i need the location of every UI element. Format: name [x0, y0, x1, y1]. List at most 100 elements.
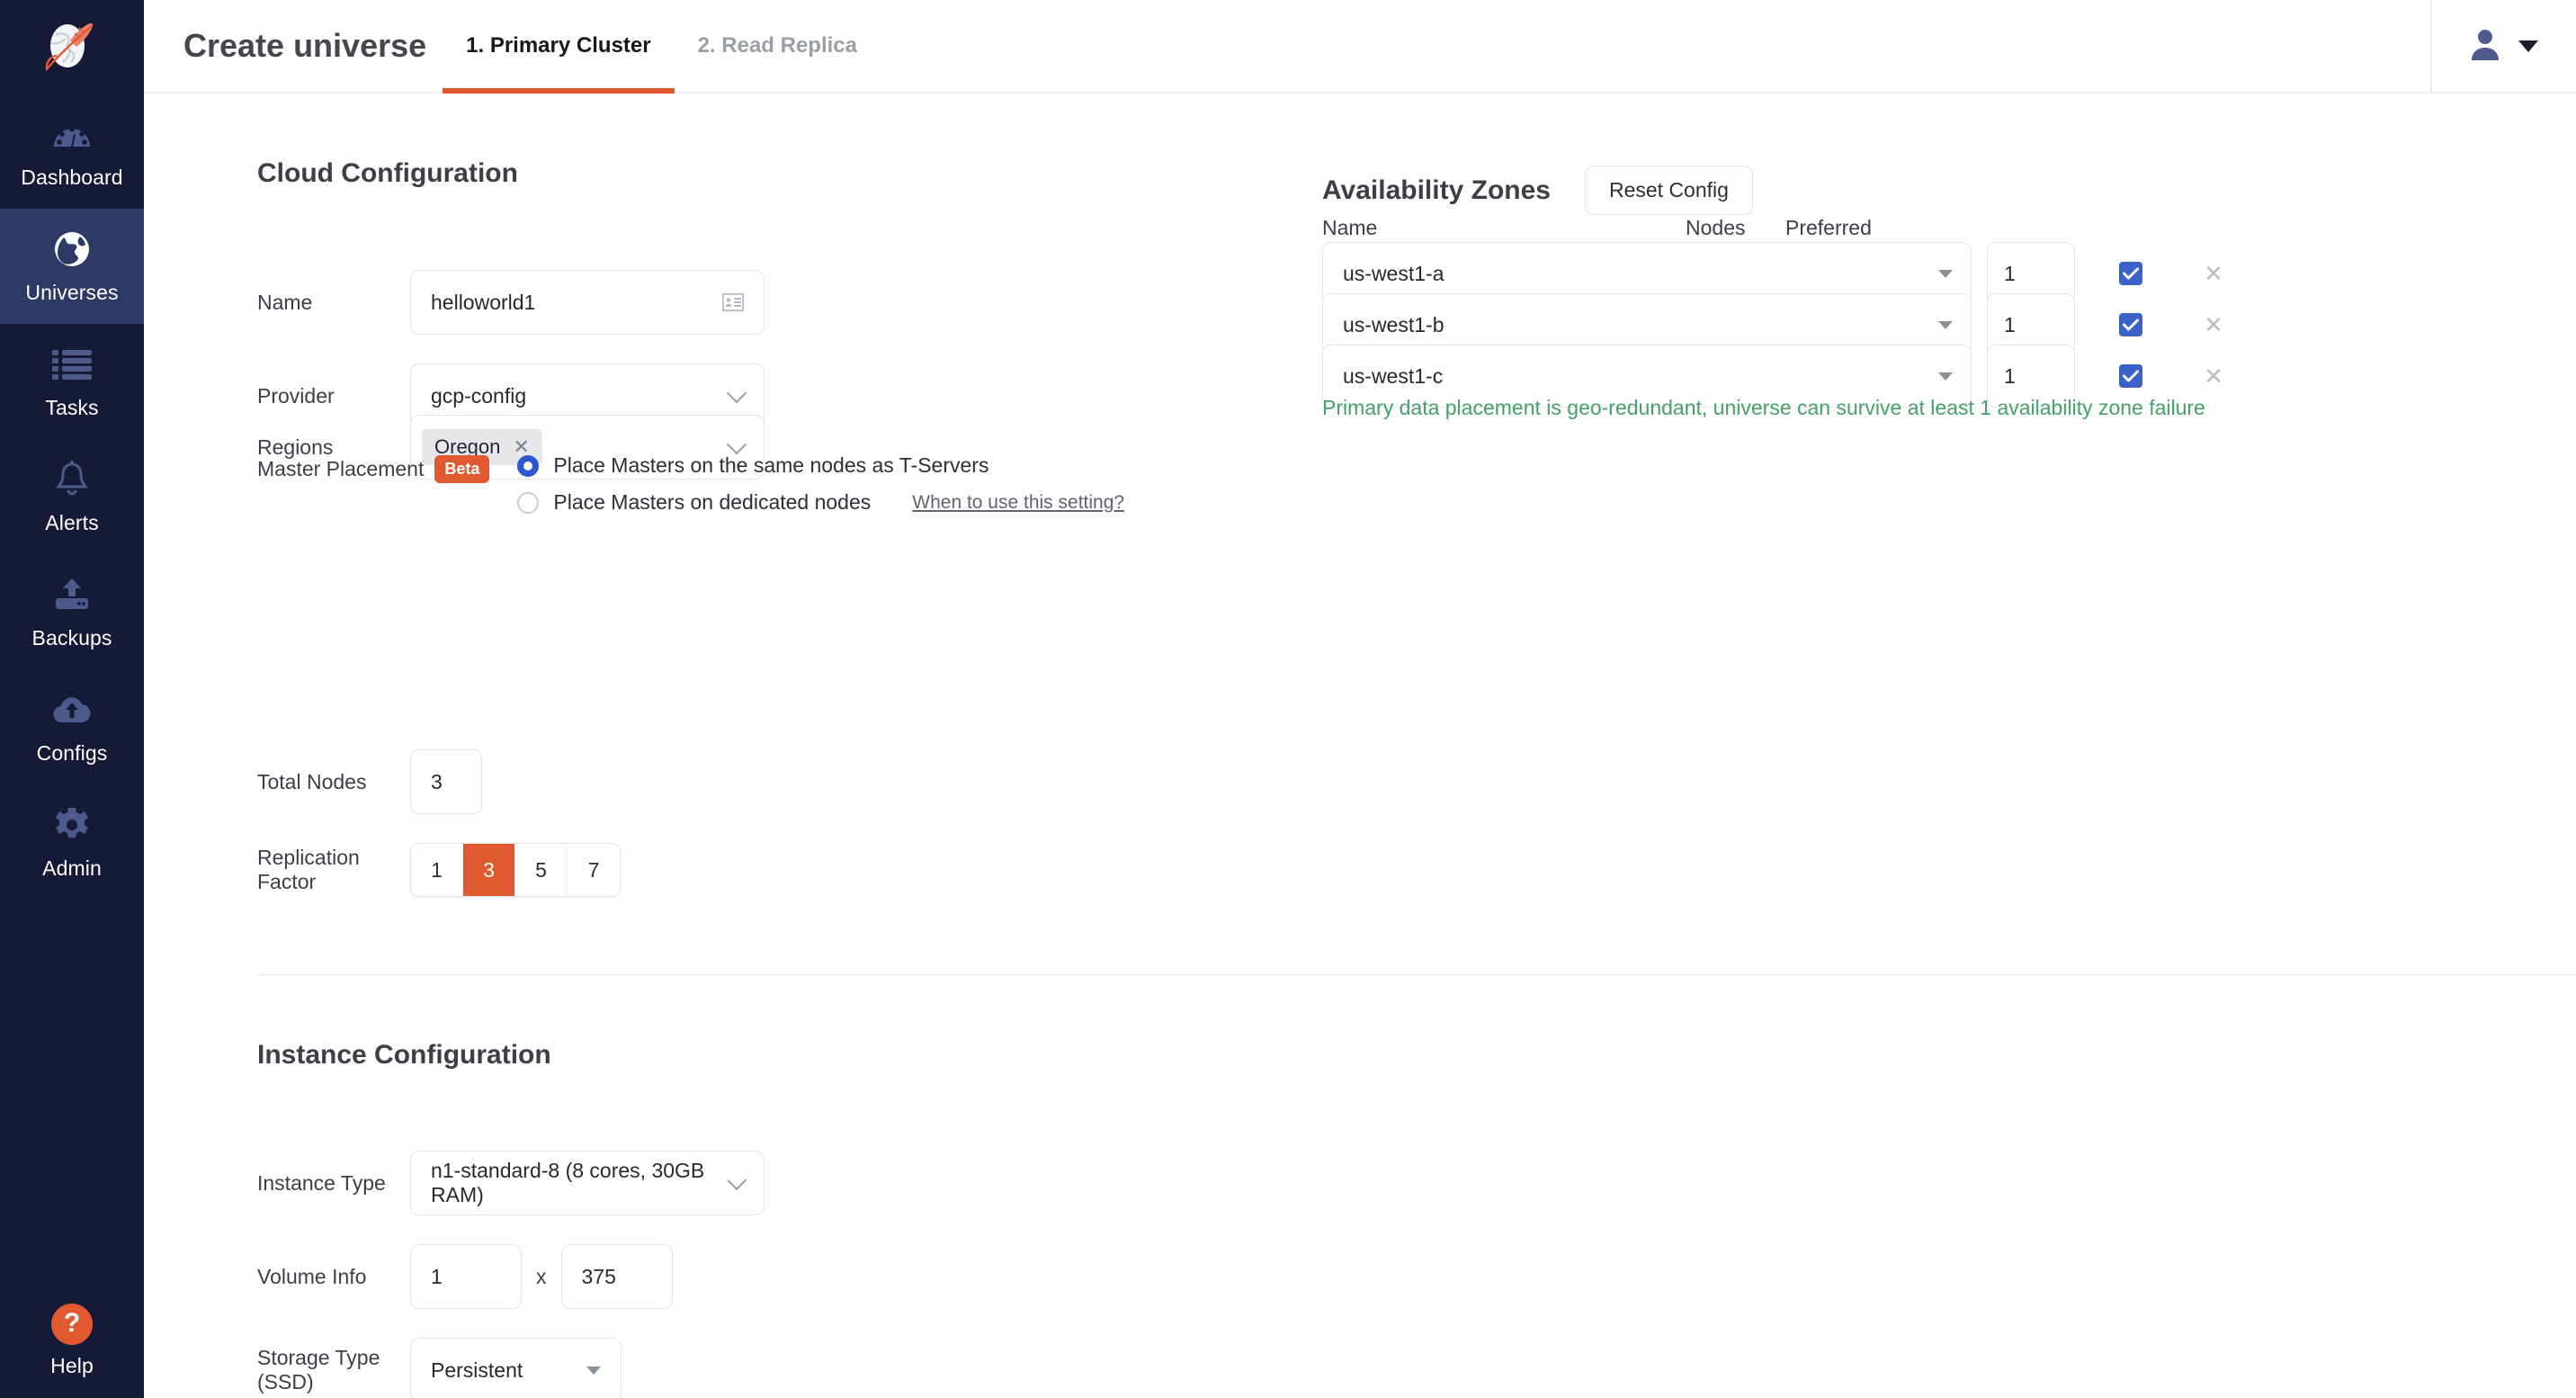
rf-option-5[interactable]: 5 — [515, 844, 568, 896]
geo-redundancy-status: Primary data placement is geo-redundant,… — [1322, 396, 2205, 420]
sidebar-item-label: Alerts — [45, 511, 98, 535]
provider-label: Provider — [257, 384, 410, 408]
app-root: Dashboard Universes — [0, 0, 2576, 1398]
chevron-down-icon — [1938, 372, 1953, 381]
chevron-down-icon — [727, 383, 747, 404]
volume-count-value: 1 — [431, 1265, 443, 1289]
chevron-down-icon — [1938, 270, 1953, 278]
sidebar-item-alerts[interactable]: Alerts — [0, 439, 144, 554]
user-avatar-icon — [2468, 27, 2502, 66]
check-icon — [2123, 318, 2139, 331]
cloud-configuration-heading: Cloud Configuration — [257, 158, 518, 189]
section-divider — [257, 974, 2576, 975]
rf-option-1[interactable]: 1 — [411, 844, 463, 896]
volume-multiply-symbol: x — [536, 1265, 547, 1289]
form-content: Cloud Configuration Name helloworld1 — [144, 94, 2576, 1398]
top-header: Create universe 1. Primary Cluster 2. Re… — [144, 0, 2576, 94]
az-nodes-value: 1 — [2004, 313, 2016, 337]
list-icon — [51, 344, 93, 385]
instance-type-label: Instance Type — [257, 1171, 410, 1196]
az-name-value: us-west1-a — [1343, 262, 1444, 286]
az-preferred-cell — [2075, 262, 2187, 285]
az-nodes-value: 1 — [2004, 364, 2016, 389]
volume-info-label: Volume Info — [257, 1265, 410, 1289]
check-icon — [2123, 370, 2139, 382]
sidebar-item-universes[interactable]: Universes — [0, 209, 144, 324]
az-preferred-checkbox[interactable] — [2119, 262, 2142, 285]
radio-icon[interactable] — [517, 492, 539, 514]
main-area: Create universe 1. Primary Cluster 2. Re… — [144, 0, 2576, 1398]
rf-option-3[interactable]: 3 — [463, 844, 515, 896]
instance-type-select[interactable]: n1-standard-8 (8 cores, 30GB RAM) — [410, 1151, 765, 1215]
sidebar-item-configs[interactable]: Configs — [0, 669, 144, 784]
total-nodes-value: 3 — [431, 770, 443, 794]
replication-factor-label: Replication Factor — [257, 846, 410, 894]
az-remove-button[interactable]: ✕ — [2187, 363, 2241, 390]
name-input[interactable]: helloworld1 — [410, 270, 765, 335]
volume-count-input[interactable]: 1 — [410, 1244, 522, 1309]
sidebar-item-label: Universes — [25, 281, 118, 305]
sidebar-item-label: Backups — [32, 626, 112, 650]
volume-size-input[interactable]: 375 — [561, 1244, 673, 1309]
gear-icon — [51, 804, 93, 846]
check-icon — [2123, 267, 2139, 280]
sidebar-item-backups[interactable]: Backups — [0, 554, 144, 669]
sidebar-nav: Dashboard Universes — [0, 94, 144, 900]
rocket-globe-logo-icon — [43, 19, 101, 75]
cloud-upload-icon — [51, 689, 93, 730]
sidebar-item-tasks[interactable]: Tasks — [0, 324, 144, 439]
column-header-nodes: Nodes — [1686, 216, 1745, 240]
field-row-master-placement: Master Placement Beta Place Masters on t… — [257, 452, 1124, 515]
az-preferred-cell — [2075, 364, 2187, 388]
field-row-name: Name helloworld1 — [257, 270, 765, 335]
total-nodes-input[interactable]: 3 — [410, 749, 482, 814]
az-preferred-checkbox[interactable] — [2119, 313, 2142, 336]
sidebar-item-label: Help — [50, 1354, 94, 1378]
master-placement-options: Place Masters on the same nodes as T-Ser… — [517, 452, 1124, 515]
az-remove-button[interactable]: ✕ — [2187, 260, 2241, 288]
backup-upload-icon — [51, 574, 93, 615]
bell-icon — [51, 459, 93, 500]
az-name-value: us-west1-c — [1343, 364, 1443, 389]
sidebar-item-label: Dashboard — [21, 166, 122, 190]
master-placement-option-shared[interactable]: Place Masters on the same nodes as T-Ser… — [517, 453, 1124, 478]
sidebar-item-admin[interactable]: Admin — [0, 784, 144, 900]
sidebar-item-label: Tasks — [45, 396, 98, 420]
field-row-storage-type: Storage Type (SSD) Persistent — [257, 1338, 622, 1398]
provider-value: gcp-config — [431, 384, 526, 408]
storage-type-select[interactable]: Persistent — [410, 1338, 622, 1398]
app-logo[interactable] — [0, 0, 144, 94]
name-label: Name — [257, 291, 410, 315]
option-label: Place Masters on the same nodes as T-Ser… — [553, 453, 988, 478]
field-row-volume-info: Volume Info 1 x 375 — [257, 1244, 673, 1309]
user-menu[interactable] — [2430, 0, 2576, 92]
az-preferred-checkbox[interactable] — [2119, 364, 2142, 388]
sidebar-item-label: Configs — [37, 741, 108, 766]
az-remove-button[interactable]: ✕ — [2187, 311, 2241, 339]
gauge-icon — [51, 113, 93, 155]
tab-read-replica[interactable]: 2. Read Replica — [675, 0, 881, 92]
sidebar-item-help[interactable]: ? Help — [0, 1304, 144, 1378]
field-row-instance-type: Instance Type n1-standard-8 (8 cores, 30… — [257, 1151, 765, 1215]
volume-size-value: 375 — [582, 1265, 616, 1289]
master-placement-label-wrap: Master Placement Beta — [257, 452, 489, 483]
beta-badge: Beta — [434, 455, 489, 483]
tab-primary-cluster[interactable]: 1. Primary Cluster — [443, 0, 674, 92]
globe-icon — [51, 229, 93, 270]
sidebar-item-dashboard[interactable]: Dashboard — [0, 94, 144, 209]
rf-option-7[interactable]: 7 — [568, 844, 620, 896]
when-to-use-link[interactable]: When to use this setting? — [912, 492, 1124, 514]
total-nodes-label: Total Nodes — [257, 770, 410, 794]
storage-type-label: Storage Type (SSD) — [257, 1346, 410, 1394]
master-placement-option-dedicated[interactable]: Place Masters on dedicated nodes When to… — [517, 490, 1124, 515]
chevron-down-icon — [2518, 40, 2538, 52]
reset-config-button[interactable]: Reset Config — [1585, 166, 1753, 215]
az-preferred-cell — [2075, 313, 2187, 336]
sidebar-item-label: Admin — [42, 856, 102, 881]
storage-type-value: Persistent — [431, 1358, 523, 1383]
field-row-total-nodes: Total Nodes 3 — [257, 749, 482, 814]
radio-icon[interactable] — [517, 455, 539, 477]
id-card-icon[interactable] — [722, 293, 744, 311]
az-name-value: us-west1-b — [1343, 313, 1444, 337]
name-value: helloworld1 — [431, 291, 535, 315]
